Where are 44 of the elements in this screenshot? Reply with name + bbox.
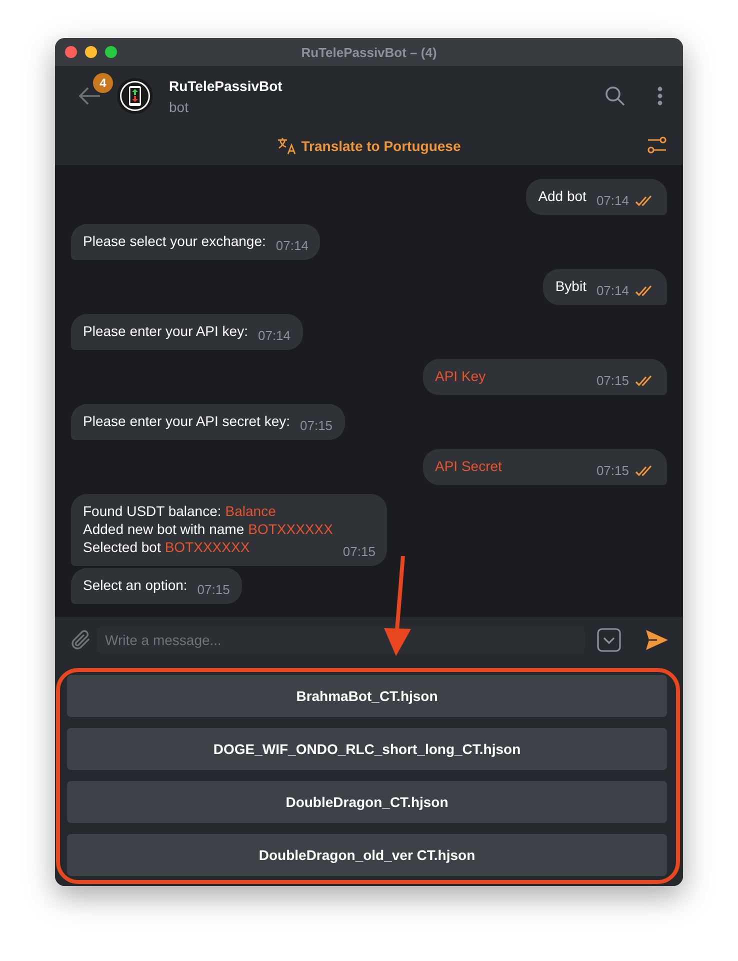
translate-icon (277, 136, 298, 154)
back-arrow-icon (79, 87, 101, 105)
message-time: 07:15 (342, 544, 376, 559)
chat-name: RuTelePassivBot (169, 78, 284, 94)
close-window-button[interactable] (65, 46, 77, 58)
message-time: 07:15 (197, 582, 230, 597)
window-title: RuTelePassivBot – (4) (301, 44, 437, 60)
message-time: 07:15 (596, 373, 629, 388)
message-text: API Secret (435, 458, 502, 474)
message-text: Please select your exchange: (83, 233, 266, 249)
message-input[interactable]: Write a message... (97, 626, 585, 654)
chevron-down-icon (597, 628, 621, 652)
keyboard-option-button[interactable]: DoubleDragon_old_ver CT.hjson (67, 834, 667, 876)
translation-settings-button[interactable] (647, 136, 667, 154)
message-text: Select an option: (83, 577, 188, 593)
message-time: 07:14 (596, 283, 629, 298)
message-time: 07:15 (596, 463, 629, 478)
message-text: Bybit (555, 278, 586, 294)
keyboard-option-button[interactable]: DoubleDragon_CT.hjson (67, 781, 667, 823)
message-text: API Key (435, 368, 486, 384)
keyboard-option-button[interactable]: BrahmaBot_CT.hjson (67, 675, 667, 717)
message-text: Found USDT balance: Balance (83, 503, 277, 519)
chat-status: bot (169, 98, 190, 114)
message-text: Please enter your API key: (83, 323, 248, 339)
message-time: 07:15 (300, 418, 333, 433)
message-text: Added new bot with name BOTXXXXXX (83, 521, 333, 537)
keyboard-toggle-button[interactable] (597, 628, 621, 652)
search-icon (605, 86, 625, 106)
translate-button[interactable]: Translate to Portuguese (277, 136, 461, 154)
message-time: 07:14 (258, 328, 291, 343)
message-text: Please enter your API secret key: (83, 413, 290, 429)
minimize-window-button[interactable] (85, 46, 97, 58)
zoom-window-button[interactable] (105, 46, 117, 58)
message-text: Selected bot BOTXXXXXX (83, 539, 251, 555)
message-text: Add bot (538, 188, 586, 204)
more-icon (657, 86, 663, 106)
send-button[interactable] (645, 629, 669, 651)
sliders-icon (647, 136, 667, 154)
message-time: 07:14 (276, 238, 308, 253)
send-icon (645, 629, 669, 651)
phone-avatar-icon (117, 78, 153, 114)
message-time: 07:14 (596, 193, 629, 208)
keyboard-option-button[interactable]: DOGE_WIF_ONDO_RLC_short_long_CT.hjson (67, 728, 667, 770)
unread-badge: 4 (93, 73, 113, 93)
